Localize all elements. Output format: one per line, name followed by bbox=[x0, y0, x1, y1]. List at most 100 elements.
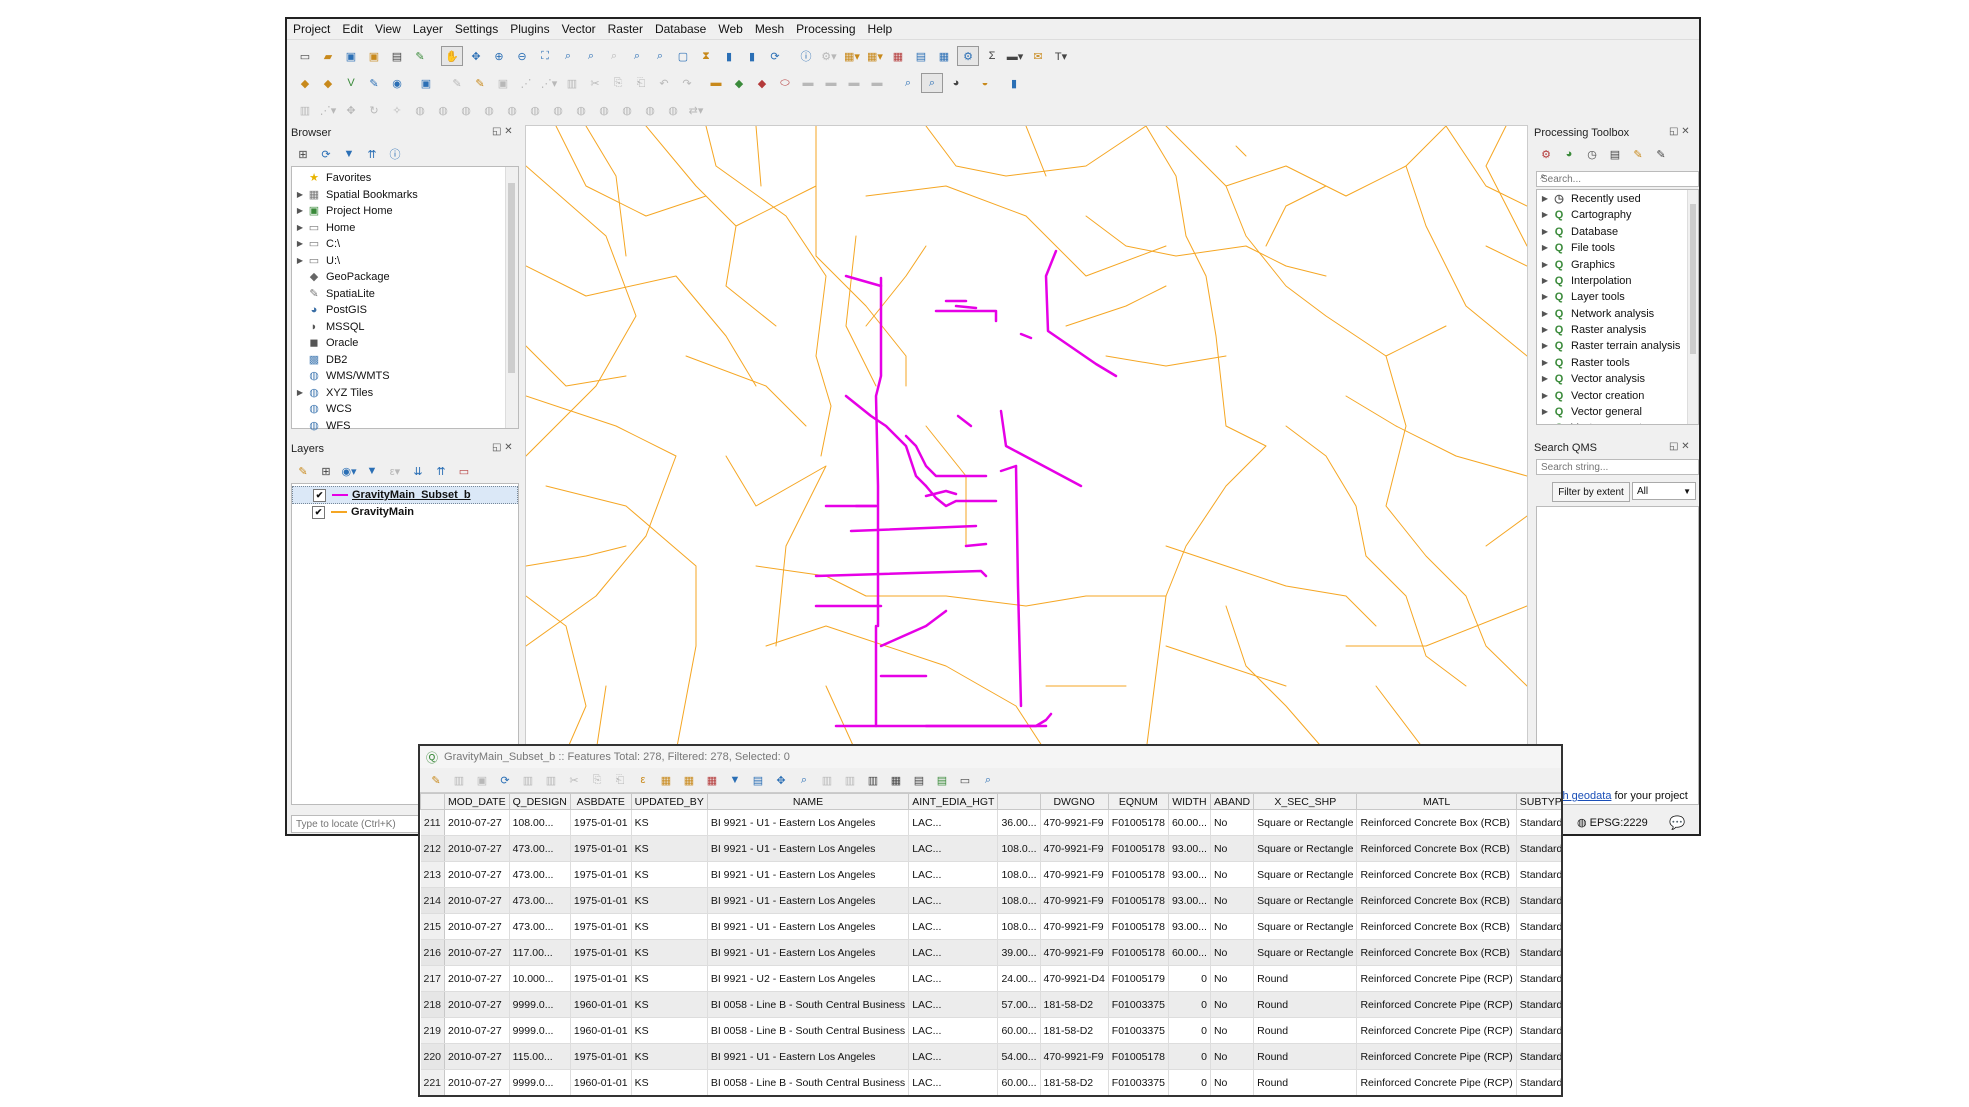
layer-item[interactable]: ✔ GravityMain bbox=[292, 504, 518, 520]
results-viewer-icon[interactable]: ▤ bbox=[1605, 145, 1625, 163]
gravity-main-line[interactable] bbox=[685, 355, 807, 427]
table-cell[interactable]: BI 9921 - U1 - Eastern Los Angeles bbox=[707, 861, 910, 888]
vertex-tool-icon[interactable]: ⋰▾ bbox=[539, 74, 559, 92]
gravity-main-subset-line[interactable] bbox=[844, 394, 928, 488]
add-vector-layer-icon[interactable]: V bbox=[341, 74, 361, 92]
table-cell[interactable]: LAC... bbox=[908, 1017, 999, 1044]
deselect-icon[interactable]: ▦ bbox=[888, 47, 908, 65]
table-cell[interactable]: 473.00... bbox=[509, 887, 571, 914]
pan-to-selection-icon[interactable]: ✥ bbox=[466, 47, 486, 65]
table-cell[interactable]: Square or Rectangle bbox=[1253, 835, 1358, 862]
expand-arrow-icon[interactable]: ▶ bbox=[1539, 388, 1551, 405]
paste-features-icon[interactable]: ⎗ bbox=[631, 74, 651, 92]
gravity-main-subset-line[interactable] bbox=[1044, 249, 1118, 378]
expand-arrow-icon[interactable]: ▶ bbox=[1539, 207, 1551, 224]
table-cell[interactable]: KS bbox=[631, 861, 708, 888]
browser-item-xyz-tiles[interactable]: ▶ ◍ XYZ Tiles bbox=[294, 385, 418, 402]
row-number[interactable]: 220 bbox=[420, 1043, 446, 1070]
browser-item-db2[interactable]: ▩ DB2 bbox=[294, 352, 418, 369]
table-cell[interactable]: KS bbox=[631, 939, 708, 966]
table-cell[interactable]: 470-9921-F9 bbox=[1040, 1043, 1109, 1070]
table-cell[interactable]: 1975-01-01 bbox=[570, 835, 632, 862]
show-hide-labels-icon[interactable]: ▬ bbox=[844, 74, 864, 92]
table-cell[interactable]: No bbox=[1210, 887, 1255, 914]
table-cell[interactable]: 473.00... bbox=[509, 835, 571, 862]
expand-arrow-icon[interactable]: ▶ bbox=[1539, 289, 1551, 306]
expand-arrow-icon[interactable]: ▶ bbox=[1539, 355, 1551, 372]
gravity-main-line[interactable] bbox=[1025, 126, 1047, 177]
data-source-manager-icon[interactable]: ◆ bbox=[295, 74, 315, 92]
table-cell[interactable]: 1975-01-01 bbox=[570, 939, 632, 966]
browser-item-wfs[interactable]: ◍ WFS bbox=[294, 418, 418, 435]
processing-scrollbar[interactable] bbox=[1687, 190, 1698, 424]
table-cell[interactable]: 57.00... bbox=[997, 991, 1041, 1018]
gravity-main-line[interactable] bbox=[1225, 185, 1447, 357]
table-cell[interactable]: KS bbox=[631, 1017, 708, 1044]
browser-item-geopackage[interactable]: ◆ GeoPackage bbox=[294, 269, 418, 286]
menu-settings[interactable]: Settings bbox=[455, 22, 498, 36]
table-cell[interactable]: 470-9921-F9 bbox=[1040, 939, 1109, 966]
table-cell[interactable]: 93.00... bbox=[1168, 861, 1211, 888]
reshape-icon[interactable]: ◍ bbox=[525, 101, 545, 119]
gravity-main-subset-line[interactable] bbox=[849, 524, 978, 533]
table-cell[interactable]: Reinforced Concrete Box (RCB) bbox=[1356, 809, 1517, 836]
table-cell[interactable]: KS bbox=[631, 1043, 708, 1070]
table-cell[interactable]: No bbox=[1210, 861, 1255, 888]
layers-panel-controls[interactable]: ◱ ✕ bbox=[492, 442, 513, 453]
table-cell[interactable]: F01003375 bbox=[1108, 1017, 1169, 1044]
save-as-icon[interactable]: ▣ bbox=[364, 47, 384, 65]
menu-processing[interactable]: Processing bbox=[796, 22, 855, 36]
table-cell[interactable]: No bbox=[1210, 835, 1255, 862]
select-by-expression-icon[interactable]: ε bbox=[633, 771, 653, 789]
cut-icon[interactable]: ✂ bbox=[564, 771, 584, 789]
expand-arrow-icon[interactable]: ▶ bbox=[294, 236, 306, 253]
table-cell[interactable]: 470-9921-D4 bbox=[1040, 965, 1109, 992]
table-cell[interactable]: 39.00... bbox=[997, 939, 1041, 966]
browser-item-mssql[interactable]: ◗ MSSQL bbox=[294, 319, 418, 336]
table-cell[interactable]: Round bbox=[1253, 1017, 1358, 1044]
save-edits-icon[interactable]: ▣ bbox=[493, 74, 513, 92]
table-cell[interactable]: F01005179 bbox=[1108, 965, 1169, 992]
row-number[interactable]: 218 bbox=[420, 991, 446, 1018]
table-cell[interactable]: Standard bbox=[1516, 939, 1561, 966]
processing-group-recently-used[interactable]: ▶ ◷ Recently used bbox=[1539, 191, 1680, 207]
processing-group-database[interactable]: ▶ Q Database bbox=[1539, 224, 1680, 240]
gravity-main-line[interactable] bbox=[845, 235, 877, 387]
table-cell[interactable]: Square or Rectangle bbox=[1253, 887, 1358, 914]
gravity-main-line[interactable] bbox=[1375, 685, 1427, 752]
scripts-icon[interactable]: ◕ bbox=[1559, 145, 1579, 163]
expand-arrow-icon[interactable]: ▶ bbox=[1539, 322, 1551, 339]
table-cell[interactable]: BI 9921 - U1 - Eastern Los Angeles bbox=[707, 835, 910, 862]
current-edits-icon[interactable]: ✎ bbox=[447, 74, 467, 92]
gravity-main-subset-line[interactable] bbox=[834, 712, 1053, 728]
table-cell[interactable]: 0 bbox=[1168, 1043, 1211, 1070]
table-cell[interactable]: Standard bbox=[1516, 965, 1561, 992]
table-cell[interactable]: 470-9921-F9 bbox=[1040, 887, 1109, 914]
collapse-all-icon[interactable]: ⇈ bbox=[362, 145, 382, 163]
expand-arrow-icon[interactable]: ▶ bbox=[1539, 224, 1551, 241]
gravity-main-line[interactable] bbox=[1105, 355, 1227, 367]
table-cell[interactable]: 470-9921-F9 bbox=[1040, 861, 1109, 888]
row-number[interactable]: 217 bbox=[420, 965, 446, 992]
edit-features-in-place-icon[interactable]: ✎ bbox=[1628, 145, 1648, 163]
dock-table-icon[interactable]: ▭ bbox=[955, 771, 975, 789]
add-feature-icon[interactable]: ▥ bbox=[518, 771, 538, 789]
expand-arrow-icon[interactable]: ▶ bbox=[1539, 191, 1551, 208]
advanced-digitize-icon[interactable]: ⋰▾ bbox=[318, 101, 338, 119]
table-cell[interactable]: BI 9921 - U1 - Eastern Los Angeles bbox=[707, 887, 910, 914]
table-cell[interactable]: No bbox=[1210, 1069, 1255, 1095]
table-cell[interactable]: 1975-01-01 bbox=[570, 965, 632, 992]
column-header[interactable]: X_SEC_SHP bbox=[1253, 793, 1358, 810]
table-cell[interactable]: Standard bbox=[1516, 1043, 1561, 1070]
qms-filter-select[interactable]: All ▼ bbox=[1632, 482, 1696, 500]
messages-icon[interactable]: 💬 bbox=[1669, 815, 1685, 831]
table-cell[interactable]: BI 0058 - Line B - South Central Busines… bbox=[707, 991, 910, 1018]
table-cell[interactable]: Standard bbox=[1516, 809, 1561, 836]
table-cell[interactable]: Square or Rectangle bbox=[1253, 913, 1358, 940]
table-cell[interactable]: BI 9921 - U1 - Eastern Los Angeles bbox=[707, 913, 910, 940]
gravity-main-line[interactable] bbox=[1485, 245, 1527, 267]
collapse-all-layers-icon[interactable]: ⇈ bbox=[431, 462, 451, 480]
statistical-summary-icon[interactable]: Σ bbox=[982, 47, 1002, 65]
table-row[interactable]: 218 2010-07-27 9999.0... 1960-01-01 KS BI 005… bbox=[420, 991, 1561, 1018]
gravity-main-line[interactable] bbox=[1345, 605, 1527, 647]
